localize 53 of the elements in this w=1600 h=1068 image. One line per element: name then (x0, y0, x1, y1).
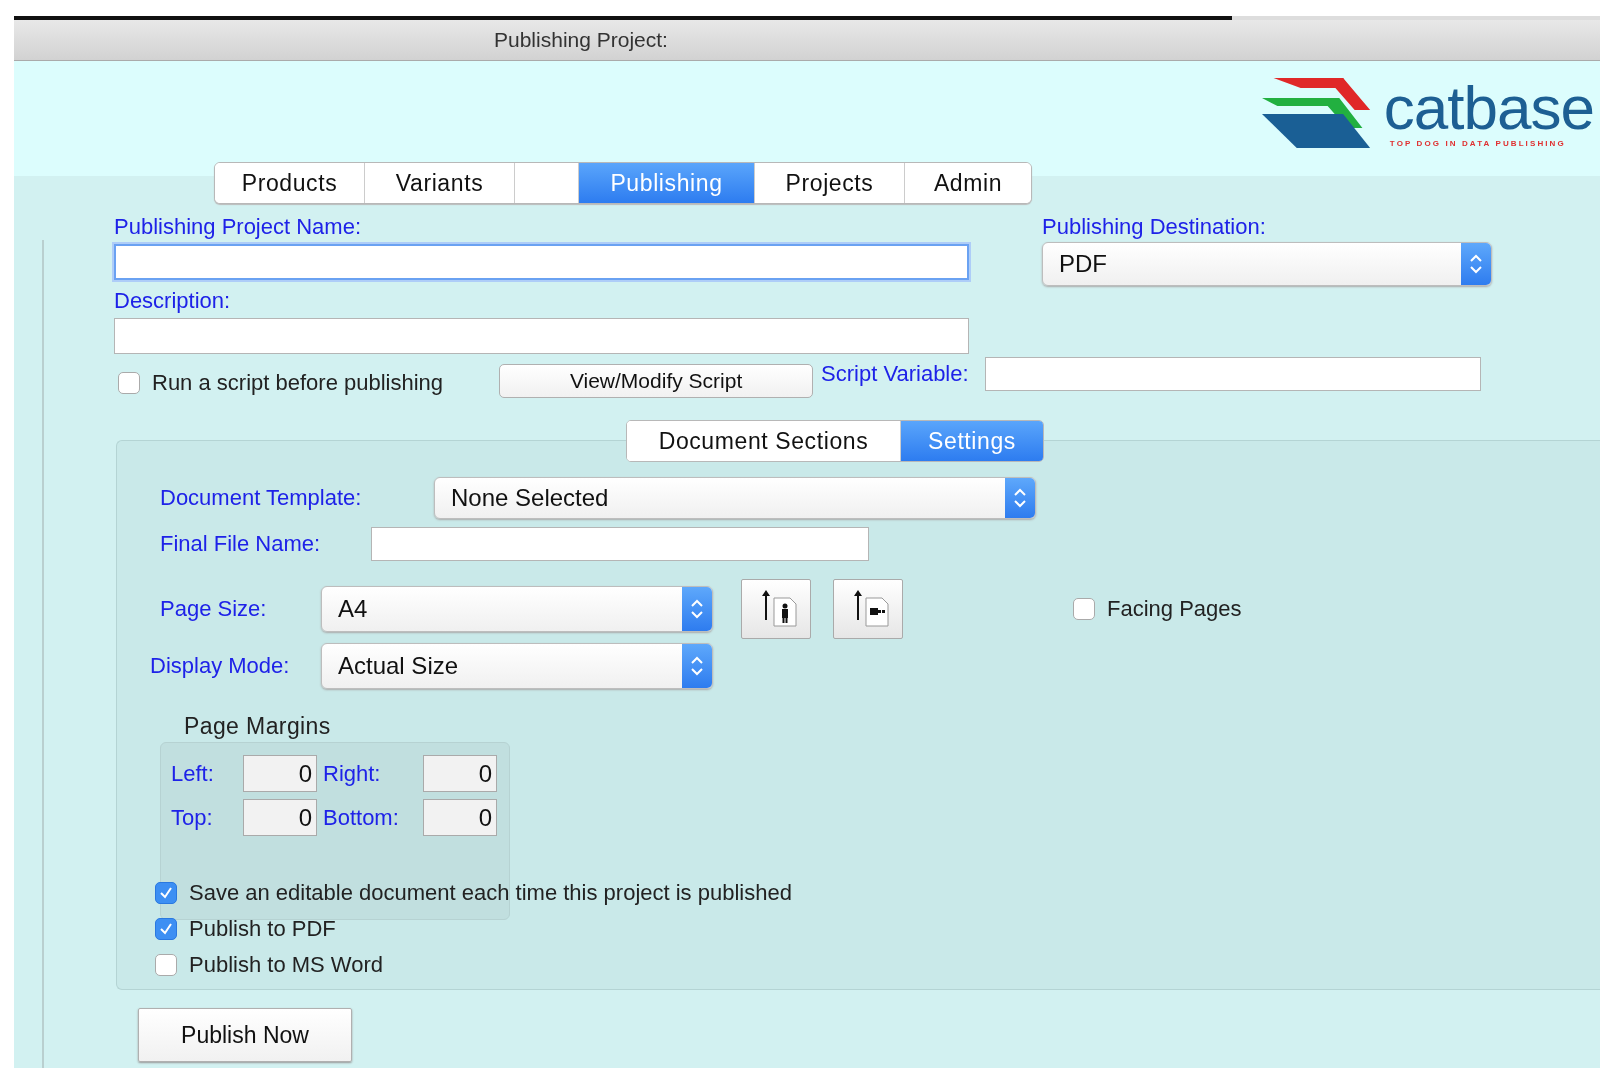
description-field[interactable] (114, 318, 969, 354)
section-tab[interactable]: Document Sections (627, 421, 901, 461)
nav-tab[interactable]: Projects (755, 163, 905, 203)
field-label: Right: (323, 760, 382, 787)
nav-tab[interactable]: Variants (365, 163, 515, 203)
stepper-icon (691, 599, 703, 619)
field-label: Script Variable: (821, 361, 969, 387)
field-label: Display Mode: (150, 653, 291, 679)
checkbox[interactable] (1073, 598, 1095, 620)
margin-field[interactable]: 0 (423, 799, 497, 836)
check-icon (158, 921, 174, 937)
checkbox-label: Save an editable document each time this project is published (189, 880, 792, 906)
destination-select[interactable]: PDF (1042, 242, 1492, 286)
field-label: Left: (171, 760, 215, 787)
margin-field[interactable]: 0 (243, 799, 317, 836)
field-label: Description: (114, 288, 232, 314)
logo-wordmark: catbase (1383, 76, 1594, 139)
field-label: Bottom: (323, 804, 400, 831)
nav-tab[interactable]: Admin (905, 163, 1031, 203)
field-label: Publishing Project Name: (114, 214, 362, 240)
margin-field[interactable]: 0 (423, 755, 497, 792)
field-label: Final File Name: (160, 531, 322, 557)
field-label: Page Size: (160, 596, 268, 622)
checkbox-label: Publish to PDF (189, 916, 336, 942)
page-size-select[interactable]: A4 (321, 586, 713, 632)
window-title: Publishing Project: (494, 28, 668, 52)
stepper-icon (1470, 254, 1482, 274)
checkbox-label: Run a script before publishing (152, 370, 444, 396)
field-label: Publishing Destination: (1042, 214, 1267, 240)
checkbox[interactable] (155, 918, 177, 940)
view-modify-script-button[interactable]: View/Modify Script (499, 364, 814, 398)
stepper-icon (1014, 488, 1026, 508)
final-file-name-field[interactable] (371, 527, 869, 561)
checkbox[interactable] (118, 372, 140, 394)
nav-tab[interactable]: Products (215, 163, 365, 203)
project-name-field[interactable] (114, 244, 969, 280)
logo-tagline: TOP DOG IN DATA PUBLISHING (1389, 138, 1566, 148)
check-icon (158, 885, 174, 901)
stepper-icon (691, 656, 703, 676)
group-title: Page Margins (184, 713, 332, 740)
display-mode-select[interactable]: Actual Size (321, 643, 713, 689)
checkbox[interactable] (155, 882, 177, 904)
checkbox-label: Publish to MS Word (189, 952, 383, 978)
portrait-orientation-button[interactable] (741, 579, 811, 639)
template-select[interactable]: None Selected (434, 477, 1036, 519)
checkbox-label: Facing Pages (1107, 596, 1242, 622)
margin-field[interactable]: 0 (243, 755, 317, 792)
field-label: Top: (171, 804, 214, 831)
script-variable-field[interactable] (984, 357, 1481, 391)
checkbox[interactable] (155, 954, 177, 976)
publish-now-button[interactable]: Publish Now (138, 1008, 352, 1062)
field-label: Document Template: (160, 485, 363, 511)
landscape-orientation-button[interactable] (833, 579, 903, 639)
